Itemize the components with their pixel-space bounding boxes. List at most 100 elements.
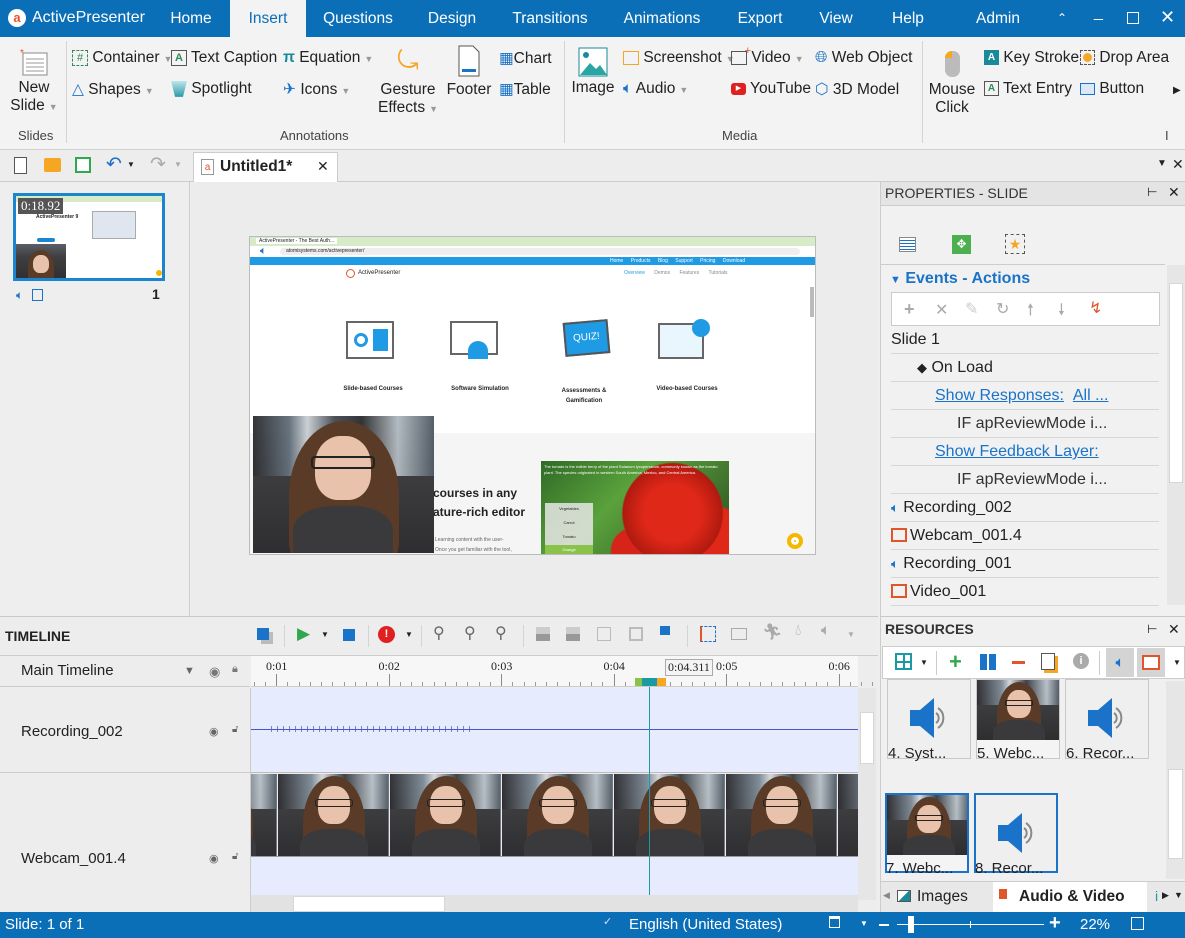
split-icon[interactable] <box>536 627 550 641</box>
play-icon[interactable]: ▶ <box>297 624 310 644</box>
zoom-out-button[interactable] <box>879 924 889 926</box>
delete-range-icon[interactable] <box>597 627 611 641</box>
zoom-slider[interactable] <box>897 916 1044 933</box>
track-header-webcam[interactable]: Webcam_001.4 ◉ 🔓︎ <box>0 774 250 900</box>
tab-audio-video[interactable]: Audio & Video <box>993 882 1147 914</box>
image-button[interactable]: Image <box>570 47 616 97</box>
volume-icon[interactable]: 🔈︎ <box>821 622 831 640</box>
track-header-recording[interactable]: Recording_002 ◉ 🔓︎ <box>0 688 250 773</box>
action-link-value[interactable]: All ... <box>1073 387 1109 404</box>
select-unused-icon[interactable] <box>980 654 996 670</box>
move-down-icon[interactable]: 🠗 <box>1058 299 1065 326</box>
tab-design[interactable]: Design <box>415 0 489 37</box>
event-row[interactable]: IF apReviewMode i... <box>891 410 1159 438</box>
running-man-icon[interactable]: 🏃︎ <box>762 622 782 642</box>
timeline-selector[interactable]: Main Timeline ▼ ◉ 🔒︎ <box>0 656 250 687</box>
view-mode-dropdown-icon[interactable]: ▼ <box>920 658 928 667</box>
undo-dropdown-icon[interactable]: ▼ <box>127 160 135 169</box>
button-button[interactable]: Button <box>1080 80 1144 98</box>
event-row[interactable]: Slide 1 <box>891 326 1159 354</box>
close-document-icon[interactable]: ✕ <box>317 158 329 175</box>
select-all-icon[interactable] <box>257 628 269 640</box>
crop-icon[interactable] <box>629 627 643 641</box>
filter-video-icon[interactable] <box>1137 648 1165 677</box>
webcam-clip[interactable] <box>251 774 858 857</box>
zoom-out-icon[interactable]: ⚲ <box>464 623 476 643</box>
collapse-ribbon-icon[interactable]: ⌃ <box>1057 11 1067 25</box>
minimize-icon[interactable]: _ <box>1094 4 1103 22</box>
lock-all-icon[interactable]: 🔒︎ <box>232 663 238 676</box>
gesture-effects-button[interactable]: ⤿ Gesture Effects ▼ <box>378 45 438 117</box>
move-up-icon[interactable]: 🠕 <box>1027 299 1034 326</box>
filter-audio-icon[interactable]: 🔈︎ <box>1106 648 1134 677</box>
export-resource-icon[interactable] <box>1041 653 1055 670</box>
freeze-frame-icon[interactable] <box>700 626 716 642</box>
event-row[interactable]: Webcam_001.4 <box>891 522 1159 550</box>
drop-area-button[interactable]: Drop Area <box>1080 49 1169 67</box>
join-icon[interactable] <box>566 627 580 641</box>
blur-drop-icon[interactable]: 💧︎ <box>795 622 801 640</box>
spellcheck-icon[interactable]: ✓ <box>603 915 612 928</box>
timeline-hscrollbar[interactable] <box>251 895 858 913</box>
icons-button[interactable]: ✈ Icons ▼ <box>283 80 350 99</box>
add-resource-icon[interactable]: + <box>949 649 962 675</box>
event-row[interactable]: Show Feedback Layer: <box>891 438 1159 466</box>
track-visibility-icon[interactable]: ◉ <box>209 725 219 738</box>
timeline-dropdown-icon[interactable]: ▼ <box>184 665 195 677</box>
key-stroke-button[interactable]: A Key Stroke <box>984 49 1079 67</box>
event-row[interactable]: 🔈︎ Recording_001 <box>891 550 1159 578</box>
save-icon[interactable] <box>75 157 91 173</box>
slide-thumbnail-1[interactable]: ActivePresenter 9 0:18.92 <box>13 193 165 281</box>
slide-canvas[interactable]: ActivePresenter - The Best Auth... 🔈︎ at… <box>249 236 816 555</box>
change-speed-icon[interactable] <box>731 628 747 640</box>
fit-to-window-icon[interactable] <box>1131 917 1144 930</box>
tab-export[interactable]: Export <box>728 0 792 37</box>
language[interactable]: English (United States) <box>629 916 782 933</box>
stop-icon[interactable] <box>343 629 355 641</box>
youtube-button[interactable]: ▶ YouTube <box>731 80 811 98</box>
zoom-in-button[interactable]: + <box>1049 912 1061 935</box>
presentation-mode-icon[interactable] <box>829 916 840 928</box>
text-caption-button[interactable]: A Text Caption <box>171 49 277 67</box>
mouse-click-button[interactable]: Mouse Click <box>928 47 976 117</box>
pin-icon[interactable]: ⊢ <box>1147 622 1157 636</box>
tab-questions[interactable]: Questions <box>308 0 408 37</box>
close-window-icon[interactable]: ✕ <box>1160 7 1175 28</box>
tab-more-icon[interactable]: i <box>1155 888 1158 904</box>
visibility-all-icon[interactable]: ◉ <box>209 664 220 680</box>
redo-icon[interactable]: ↷ <box>150 153 166 176</box>
audio-track-lane[interactable] <box>251 688 858 773</box>
tabs-scroll-right-icon[interactable]: ▶ <box>1162 890 1169 901</box>
view-mode-icon[interactable] <box>895 653 912 670</box>
delete-action-icon[interactable]: ✕ <box>935 300 948 320</box>
info-icon[interactable]: i <box>1073 653 1089 669</box>
action-link[interactable]: Show Responses: <box>935 387 1064 404</box>
web-object-button[interactable]: 🌐︎ Web Object <box>815 49 912 67</box>
video-track-lane[interactable] <box>251 774 858 900</box>
zoom-slider-thumb[interactable] <box>908 916 914 933</box>
pin-icon[interactable]: ⊢ <box>1147 185 1157 199</box>
3d-model-button[interactable]: ⬡ 3D Model <box>815 80 899 99</box>
redo-dropdown-icon[interactable]: ▼ <box>174 160 182 169</box>
event-row[interactable]: ◆ On Load <box>891 354 1159 382</box>
new-slide-button[interactable]: * New Slide ▼ <box>8 47 60 115</box>
record-dropdown-icon[interactable]: ▼ <box>405 630 413 639</box>
audio-button[interactable]: 🔈︎ Audio ▼ <box>623 80 688 98</box>
reset-icon[interactable]: ↻ <box>996 299 1009 319</box>
text-entry-button[interactable]: A Text Entry <box>984 80 1072 98</box>
spotlight-button[interactable]: Spotlight <box>171 80 252 98</box>
insert-time-icon[interactable] <box>660 626 670 635</box>
volume-dropdown-icon[interactable]: ▼ <box>847 630 855 639</box>
shapes-button[interactable]: △ Shapes ▼ <box>72 80 154 99</box>
table-button[interactable]: ▦Table <box>499 80 551 99</box>
general-properties-tab-icon[interactable] <box>899 237 916 252</box>
close-panel-icon[interactable]: ✕ <box>1172 156 1184 173</box>
container-button[interactable]: # Container ▼ <box>72 49 172 67</box>
close-resources-icon[interactable]: ✕ <box>1168 621 1180 638</box>
resources-more-icon[interactable]: ▼ <box>1173 658 1181 667</box>
tabs-menu-icon[interactable]: ▼ <box>1174 890 1183 900</box>
document-tab[interactable]: a Untitled1* ✕ <box>193 152 338 182</box>
equation-button[interactable]: π Equation ▼ <box>283 49 373 67</box>
tab-view[interactable]: View <box>808 0 864 37</box>
ribbon-scroll-right-icon[interactable]: ▶ <box>1173 85 1181 96</box>
